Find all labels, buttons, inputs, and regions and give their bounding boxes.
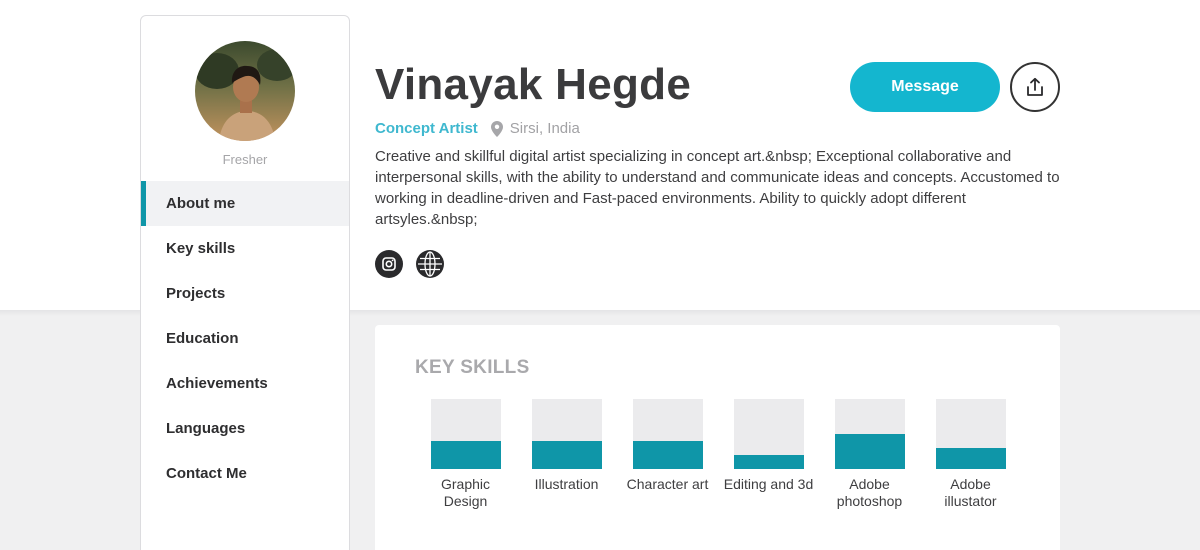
website-link[interactable] <box>416 250 444 278</box>
share-upload-icon <box>1027 77 1043 96</box>
skill-level-fill <box>733 455 804 469</box>
skill-level-bar <box>733 399 804 469</box>
profile-bio: Creative and skillful digital artist spe… <box>375 148 1060 228</box>
skill-level-bar <box>531 399 602 469</box>
skill-item: Editing and 3d <box>718 399 819 493</box>
profile-sidebar: Fresher About me Key skills Projects Educat… <box>140 15 350 550</box>
profile-name: Vinayak Hegde <box>375 60 692 109</box>
skill-label: Adobe photoshop <box>836 476 903 509</box>
skill-label: Illustration <box>534 476 599 492</box>
sidebar-item-education[interactable]: Education <box>141 316 349 361</box>
skill-level-fill <box>531 441 602 469</box>
skill-item: Graphic Design <box>415 399 516 510</box>
message-button[interactable]: Message <box>850 62 1000 112</box>
sidebar-nav: About me Key skills Projects Education Achie… <box>141 181 349 496</box>
profile-meta: Concept Artist Sirsi, India <box>375 120 580 137</box>
key-skills-card: KEY SKILLS Graphic Design Illustration Cha… <box>375 325 1060 550</box>
skill-level-bar <box>430 399 501 469</box>
experience-status: Fresher <box>222 152 268 167</box>
sidebar-item-languages[interactable]: Languages <box>141 406 349 451</box>
skill-label: Character art <box>626 476 709 492</box>
skill-level-fill <box>430 441 501 469</box>
skill-level-fill <box>834 434 905 469</box>
skill-label: Adobe illustator <box>944 476 997 509</box>
skill-level-fill <box>632 441 703 469</box>
skill-item: Adobe illustator <box>920 399 1021 510</box>
skill-label: Editing and 3d <box>723 476 814 492</box>
location-pin-icon <box>490 120 503 137</box>
skill-item: Illustration <box>516 399 617 493</box>
share-button[interactable] <box>1010 62 1060 112</box>
skill-item: Character art <box>617 399 718 493</box>
sidebar-item-key-skills[interactable]: Key skills <box>141 226 349 271</box>
skill-item: Adobe photoshop <box>819 399 920 510</box>
instagram-link[interactable] <box>375 250 403 278</box>
skill-level-bar <box>834 399 905 469</box>
key-skills-title: KEY SKILLS <box>415 357 530 378</box>
profile-location: Sirsi, India <box>509 120 580 137</box>
skill-level-fill <box>935 448 1006 469</box>
sidebar-item-projects[interactable]: Projects <box>141 271 349 316</box>
skill-level-bar <box>632 399 703 469</box>
sidebar-item-contact-me[interactable]: Contact Me <box>141 451 349 496</box>
avatar[interactable] <box>195 41 295 141</box>
sidebar-item-achievements[interactable]: Achievements <box>141 361 349 406</box>
instagram-icon <box>382 257 396 271</box>
social-links <box>375 250 444 278</box>
skill-label: Graphic Design <box>440 476 491 509</box>
sidebar-item-about-me[interactable]: About me <box>141 181 349 226</box>
skill-level-bar <box>935 399 1006 469</box>
profile-role: Concept Artist <box>375 120 478 137</box>
globe-icon <box>418 251 442 277</box>
